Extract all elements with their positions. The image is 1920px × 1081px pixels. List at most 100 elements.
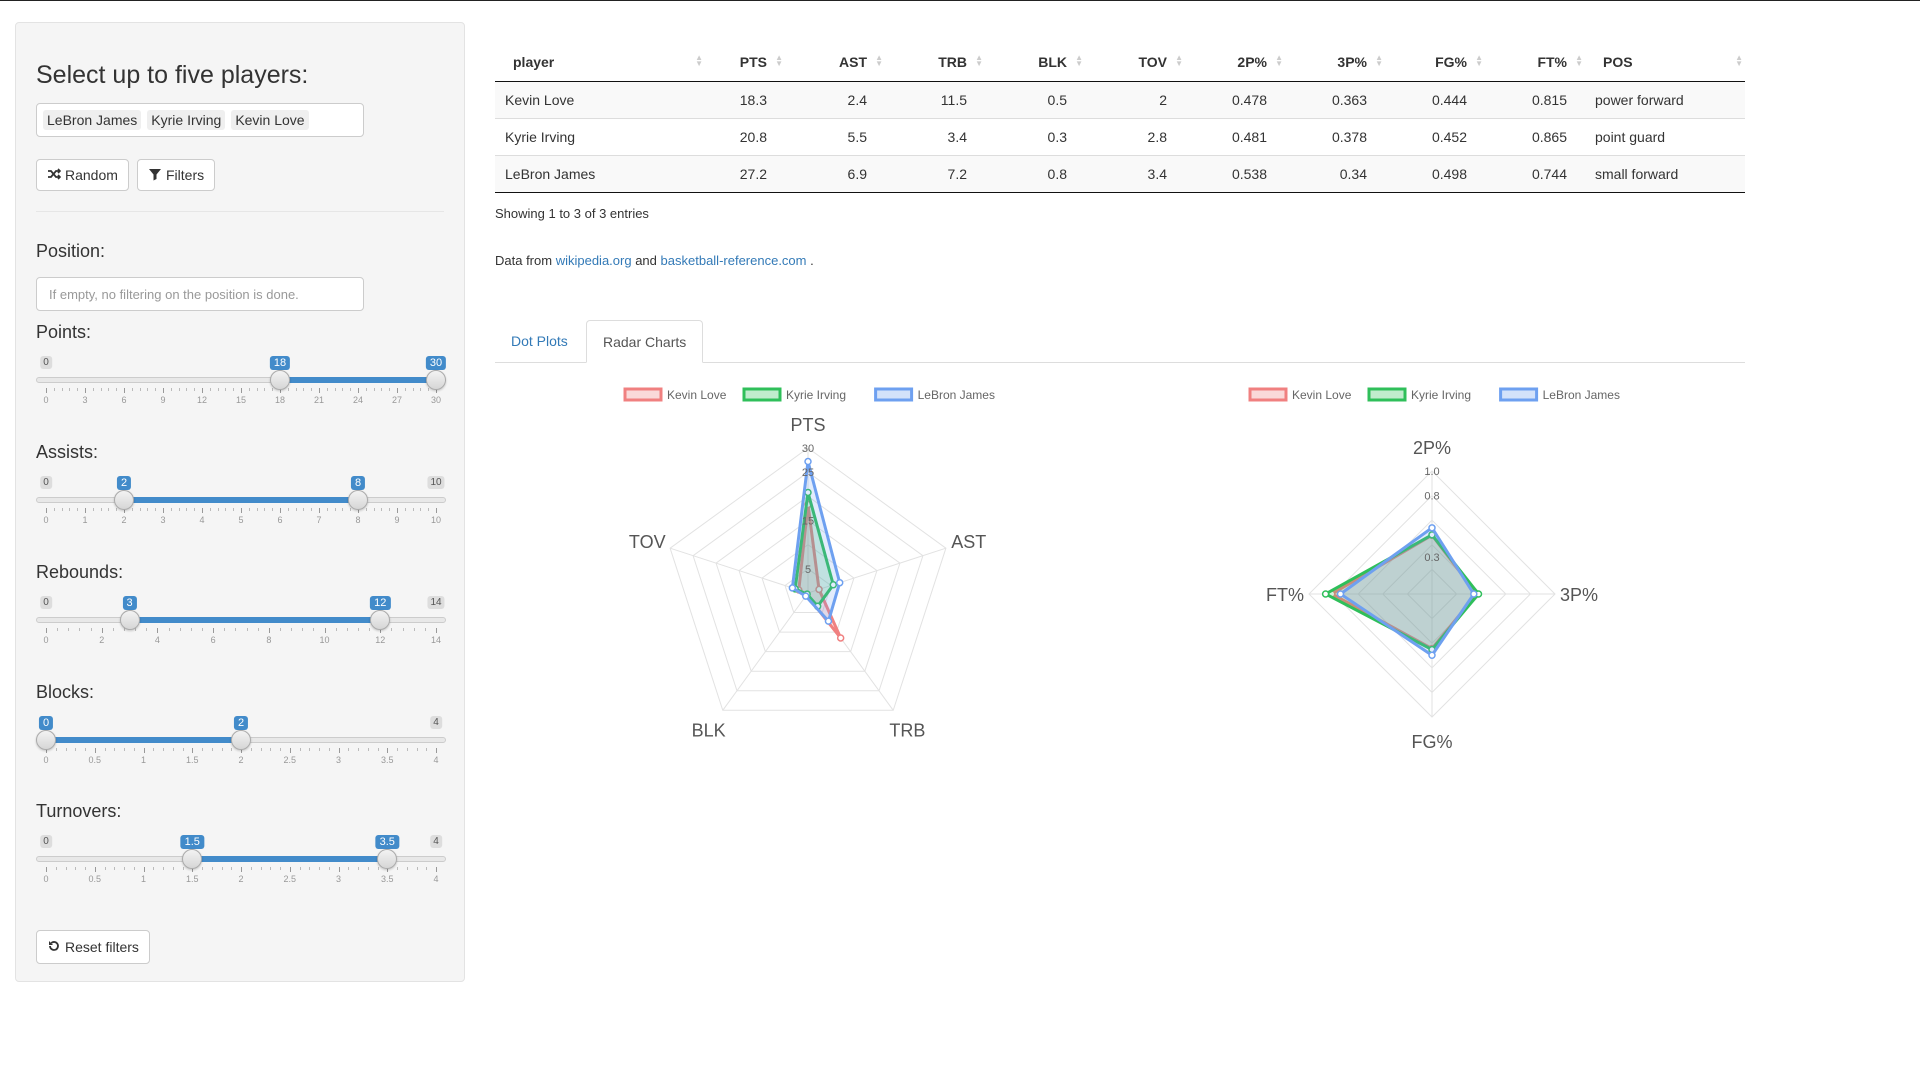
slider-tick-label: 0.5 bbox=[88, 755, 102, 765]
slider-tick bbox=[348, 867, 350, 870]
filters-button[interactable]: Filters bbox=[137, 159, 216, 191]
player-tag[interactable]: LeBron James bbox=[43, 110, 142, 130]
slider-tick bbox=[250, 748, 252, 751]
column-header[interactable]: 2P% ▲ ▼ bbox=[1185, 43, 1285, 82]
range-slider[interactable]: 0300369121518212427301830 bbox=[36, 356, 447, 416]
slider-from-handle[interactable] bbox=[114, 490, 134, 510]
slider-tick bbox=[65, 748, 67, 751]
filters-button-label: Filters bbox=[166, 167, 205, 183]
table-cell: 0.478 bbox=[1185, 81, 1285, 119]
tab-radar-charts[interactable]: Radar Charts bbox=[586, 320, 704, 363]
table-cell: 3.4 bbox=[885, 118, 985, 156]
slider-tick-label: 1 bbox=[82, 515, 88, 525]
legend-swatch bbox=[1499, 387, 1539, 402]
random-button[interactable]: Random bbox=[36, 159, 129, 191]
slider-tick-label: 0.5 bbox=[88, 874, 102, 884]
slider-from-handle[interactable] bbox=[36, 730, 56, 750]
slider-tick bbox=[221, 748, 223, 751]
column-header[interactable]: 3P% ▲ ▼ bbox=[1285, 43, 1385, 82]
slider-tick bbox=[61, 508, 63, 511]
slider-tick bbox=[112, 628, 114, 631]
column-header[interactable]: BLK ▲ ▼ bbox=[985, 43, 1085, 82]
slider-tick bbox=[90, 628, 92, 631]
radial-tick-label: 25 bbox=[802, 467, 814, 479]
slider-from-handle[interactable] bbox=[119, 610, 140, 630]
tab-dot-plots[interactable]: Dot Plots bbox=[495, 320, 584, 362]
slider-tick-label: 10 bbox=[430, 515, 442, 525]
table-cell: 0.481 bbox=[1185, 118, 1285, 156]
slider-to-handle[interactable] bbox=[231, 730, 251, 750]
legend-item: Kevin Love bbox=[623, 387, 727, 402]
slider-from-handle[interactable] bbox=[270, 370, 290, 390]
column-header[interactable]: TOV ▲ ▼ bbox=[1085, 43, 1185, 82]
main-content: player ▲ ▼ PTS ▲ ▼ AST ▲ ▼ TRB ▲ ▼ BLK ▲ ▼ TOV ▲ ▼ 2P% ▲ ▼ 3P… bbox=[495, 1, 1745, 1081]
slider-tick-label: 1.5 bbox=[185, 755, 199, 765]
slider-tick bbox=[381, 388, 383, 391]
slider-tick-label: 15 bbox=[235, 395, 247, 405]
filter-sidebar: Select up to five players: LeBron James … bbox=[15, 22, 465, 982]
player-tag[interactable]: Kevin Love bbox=[231, 110, 309, 130]
table-row[interactable]: Kevin Love 18.3 2.4 11.5 0.5 2 0.478 0.363 0.444… bbox=[495, 81, 1745, 119]
column-header[interactable]: player ▲ ▼ bbox=[495, 43, 705, 82]
basketball-reference-link[interactable]: basketball-reference.com bbox=[661, 253, 807, 268]
slider-tick bbox=[116, 508, 118, 511]
slider-tick bbox=[280, 748, 281, 751]
slider-tick bbox=[302, 628, 304, 631]
slider-min-label: 0 bbox=[40, 596, 52, 609]
range-slider[interactable]: 0 14 0 2 4 6 8 10 12 14 3 12 bbox=[36, 596, 446, 656]
series-area bbox=[790, 461, 842, 625]
slider-tick bbox=[172, 748, 174, 751]
table-row[interactable]: LeBron James 27.2 6.9 7.2 0.8 3.4 0.538 0.34 0.4… bbox=[495, 155, 1745, 193]
data-credits: Data from wikipedia.org and basketball-r… bbox=[495, 253, 814, 268]
reset-filters-button[interactable]: Reset filters bbox=[36, 930, 150, 964]
slider-to-value: 8 bbox=[350, 476, 366, 490]
slider-to-handle[interactable] bbox=[370, 610, 391, 630]
slider-tick bbox=[428, 508, 430, 511]
table-cell: 2 bbox=[1085, 81, 1185, 119]
table-cell: 20.8 bbox=[705, 118, 785, 156]
legend-item: Kevin Love bbox=[1248, 387, 1352, 402]
slider-tick bbox=[272, 508, 274, 511]
player-tag[interactable]: Kyrie Irving bbox=[147, 110, 226, 130]
range-slider[interactable]: 0400.511.522.533.5402 bbox=[36, 716, 446, 776]
players-table: player ▲ ▼ PTS ▲ ▼ AST ▲ ▼ TRB ▲ ▼ BLK ▲ ▼ TOV ▲ ▼ 2P% ▲ ▼ 3P… bbox=[495, 43, 1745, 193]
axis-label: FG% bbox=[1411, 732, 1452, 752]
slider-to-value: 12 bbox=[370, 596, 391, 610]
slider-tick-label: 18 bbox=[274, 395, 286, 405]
table-row[interactable]: Kyrie Irving 20.8 5.5 3.4 0.3 2.8 0.481 0.378 0.… bbox=[495, 118, 1745, 156]
position-input[interactable] bbox=[36, 277, 364, 311]
chart-tabs: Dot Plots Radar Charts bbox=[495, 320, 1745, 363]
slider-tick bbox=[116, 388, 118, 391]
slider-tick bbox=[289, 748, 291, 753]
slider-tick bbox=[69, 508, 71, 511]
slider-from-value: 2 bbox=[116, 476, 132, 490]
data-point bbox=[1428, 524, 1436, 532]
slider-tick-label: 4 bbox=[433, 874, 439, 884]
slider-tick bbox=[221, 867, 223, 870]
player-select-input[interactable]: LeBron James Kyrie Irving Kevin Love bbox=[36, 103, 364, 137]
column-header[interactable]: TRB ▲ ▼ bbox=[885, 43, 985, 82]
column-header-label: 3P% bbox=[1337, 54, 1367, 70]
wikipedia-link[interactable]: wikipedia.org bbox=[556, 253, 632, 268]
table-cell: 0.865 bbox=[1485, 118, 1585, 156]
range-slider[interactable]: 0 4 0 0.5 1 1.5 2 2.5 3 3.5 4 1.5 3.5 bbox=[36, 835, 446, 895]
slider-to-handle[interactable] bbox=[377, 849, 398, 869]
slider-to-handle[interactable] bbox=[348, 490, 368, 510]
slider-tick bbox=[367, 748, 369, 751]
column-header[interactable]: AST ▲ ▼ bbox=[785, 43, 885, 82]
column-header[interactable]: POS ▲ ▼ bbox=[1585, 43, 1745, 82]
range-slider[interactable]: 0 10 0 1 2 3 4 5 6 7 8 9 10 2 8 bbox=[36, 476, 446, 536]
slider-tick-label: 0 bbox=[43, 395, 49, 405]
slider-tick bbox=[178, 508, 180, 511]
sort-icon: ▲ ▼ bbox=[1075, 53, 1083, 68]
slider-tick-label: 9 bbox=[160, 395, 166, 405]
slider-max-label: 4 bbox=[430, 716, 442, 729]
column-header[interactable]: FG% ▲ ▼ bbox=[1385, 43, 1485, 82]
radial-tick-label: 0.8 bbox=[1424, 491, 1439, 503]
column-header[interactable]: FT% ▲ ▼ bbox=[1485, 43, 1585, 82]
slider-tick-label: 2 bbox=[238, 874, 244, 884]
slider-from-handle[interactable] bbox=[182, 849, 203, 869]
column-header[interactable]: PTS ▲ ▼ bbox=[705, 43, 785, 82]
slider-to-handle[interactable] bbox=[426, 370, 446, 390]
table-cell: 5.5 bbox=[785, 118, 885, 156]
